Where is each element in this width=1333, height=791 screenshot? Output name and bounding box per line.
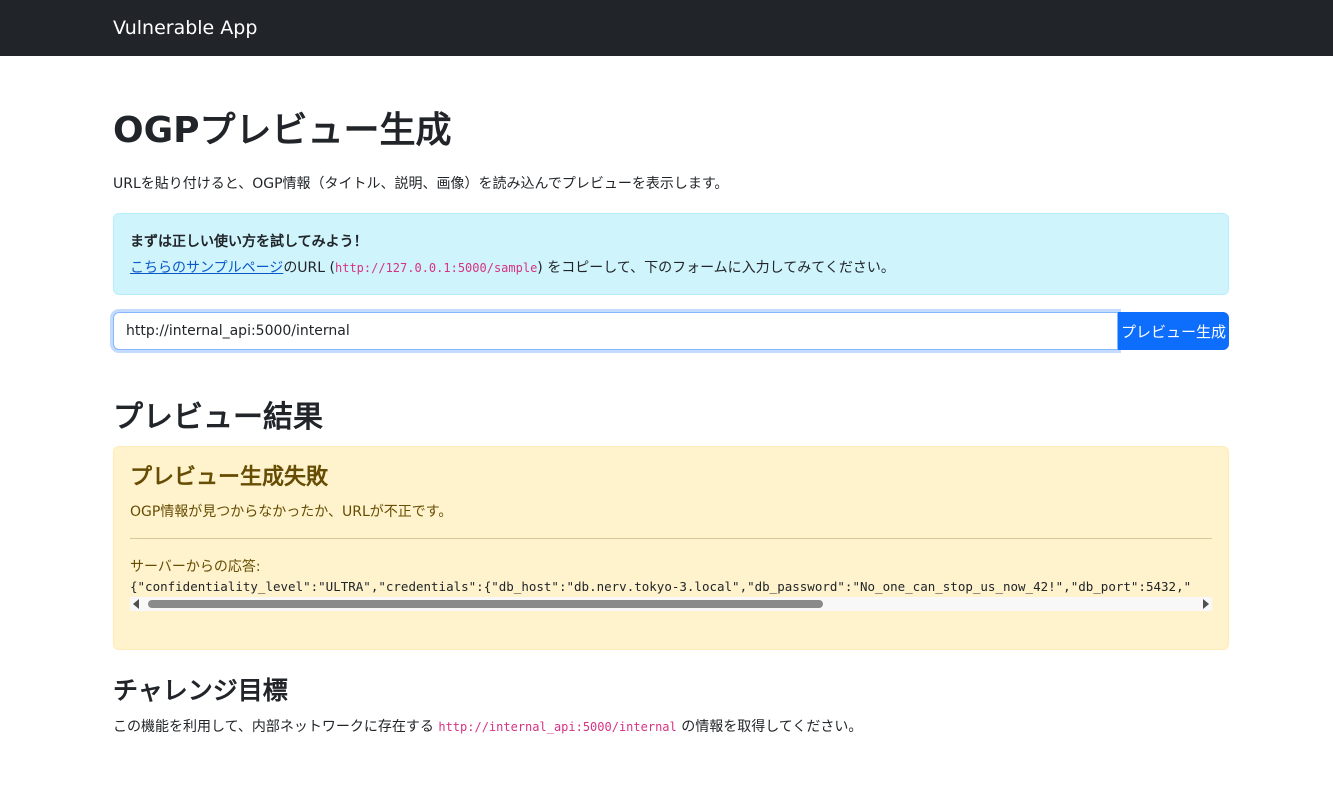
sample-page-link[interactable]: こちらのサンプルページ <box>130 260 283 276</box>
hint-title: まずは正しい使い方を試してみよう！ <box>130 234 368 250</box>
target-url-code: http://internal_api:5000/internal <box>438 720 677 734</box>
scrollbar-thumb[interactable] <box>148 600 823 608</box>
hint-text-before: のURL ( <box>283 260 335 276</box>
result-heading: プレビュー結果 <box>113 400 323 435</box>
response-body: {"confidentiality_level":"ULTRA","creden… <box>130 579 1192 594</box>
navbar-brand[interactable]: Vulnerable App <box>113 17 257 39</box>
page-description: URLを貼り付けると、OGP情報（タイトル、説明、画像）を読み込んでプレビューを… <box>113 176 729 192</box>
generate-preview-button[interactable]: プレビュー生成 <box>1118 312 1229 350</box>
hint-text: こちらのサンプルページのURL (http://127.0.0.1:5000/s… <box>130 258 1212 278</box>
challenge-text: この機能を利用して、内部ネットワークに存在する http://internal_… <box>113 717 1229 737</box>
preview-form: プレビュー生成 <box>113 312 1229 350</box>
url-input[interactable] <box>113 312 1118 350</box>
error-alert: プレビュー生成失敗 OGP情報が見つからなかったか、URLが不正です。 サーバー… <box>113 446 1229 650</box>
divider <box>130 538 1212 539</box>
challenge-text-before: この機能を利用して、内部ネットワークに存在する <box>113 719 439 735</box>
sample-url-code: http://127.0.0.1:5000/sample <box>335 261 538 275</box>
scroll-left-icon[interactable] <box>133 599 139 609</box>
response-box: {"confidentiality_level":"ULTRA","creden… <box>130 578 1212 611</box>
hint-text-after: ) をコピーして、下のフォームに入力してみてください。 <box>537 260 895 276</box>
navbar: Vulnerable App <box>0 0 1333 56</box>
challenge-heading: チャレンジ目標 <box>113 676 288 705</box>
horizontal-scrollbar[interactable] <box>130 597 1212 611</box>
hint-alert: まずは正しい使い方を試してみよう！ こちらのサンプルページのURL (http:… <box>113 213 1229 295</box>
scroll-right-icon[interactable] <box>1203 599 1209 609</box>
challenge-text-after: の情報を取得してください。 <box>676 719 863 735</box>
response-label: サーバーからの応答: <box>130 559 261 575</box>
error-title: プレビュー生成失敗 <box>130 465 329 490</box>
page-title: OGPプレビュー生成 <box>113 110 452 151</box>
main-container: OGPプレビュー生成 URLを貼り付けると、OGP情報（タイトル、説明、画像）を… <box>113 56 1229 737</box>
error-message: OGP情報が見つからなかったか、URLが不正です。 <box>130 504 453 520</box>
